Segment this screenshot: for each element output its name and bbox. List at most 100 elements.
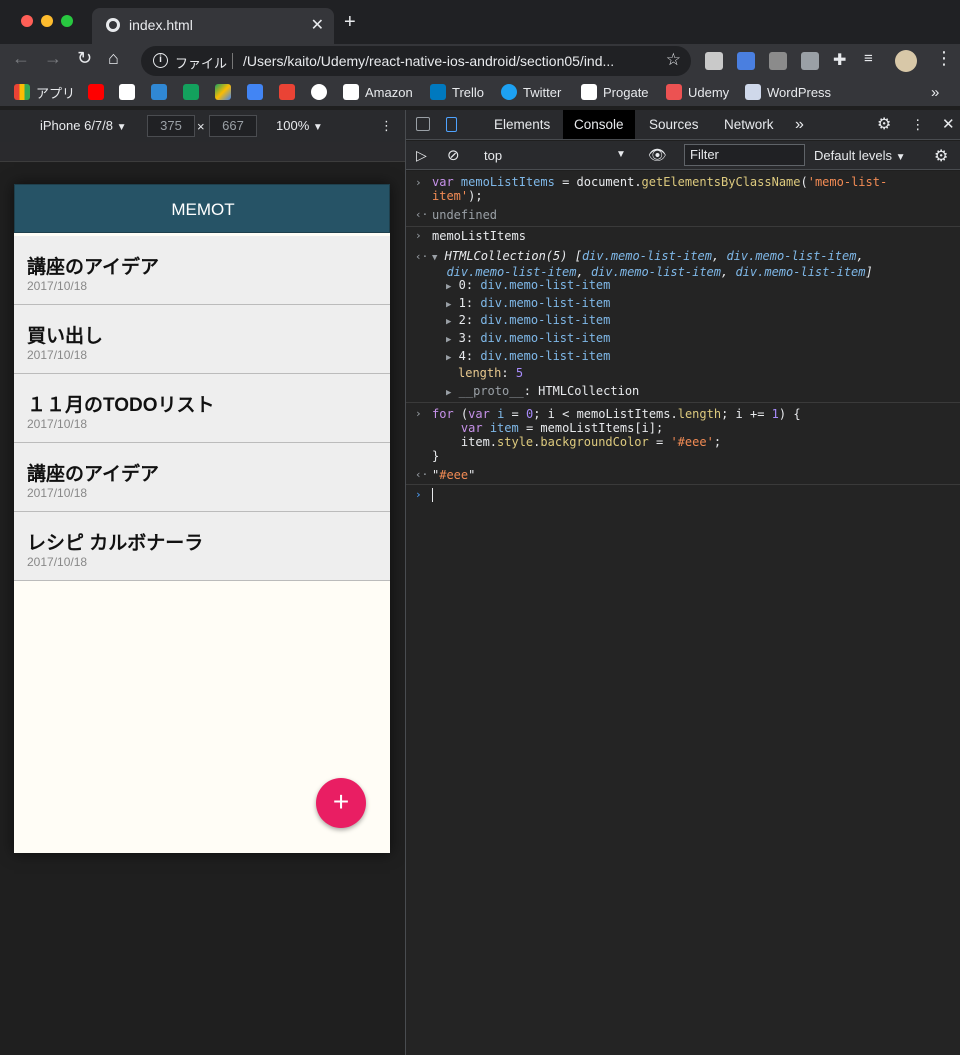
bookmark-udemy[interactable]: Udemy [666,83,729,101]
address-bar[interactable]: i ファイル /Users/kaito/Udemy/react-native-i… [141,46,691,76]
bookmark-github[interactable] [311,83,333,101]
memo-list-item[interactable]: レシピ カルボナーラ 2017/10/18 [14,512,390,581]
console-prompt-input[interactable] [432,488,932,504]
bookmark-star-icon[interactable]: ☆ [666,50,681,70]
extension-icon-print[interactable] [705,52,723,70]
info-icon[interactable]: i [153,53,168,68]
bookmark-drive[interactable] [215,83,237,101]
console-input-line: memoListItems [432,229,526,243]
console-toolbar: ▷ ⊘ top ▼ 👁 Filter Default levels ▼ ⚙ [406,141,960,170]
close-tab-icon[interactable]: ✕ [311,15,324,35]
bookmark-twitter[interactable]: Twitter [501,83,561,101]
context-select[interactable]: top [484,148,502,163]
collection-proto[interactable]: ▶ __proto__: HTMLCollection [446,384,639,400]
input-prompt-icon: › [415,407,422,420]
divider [406,226,960,227]
add-memo-button[interactable]: + [316,778,366,828]
bookmark-trello[interactable]: Trello [430,83,484,101]
tab-console[interactable]: Console [563,110,635,139]
bookmark-wordpress[interactable]: WordPress [745,83,831,101]
collection-item[interactable]: ▶ 0: div.memo-list-item [446,278,610,294]
mastodon-icon [151,84,167,100]
settings-gear-icon[interactable]: ⚙ [866,110,902,139]
console-settings-icon[interactable]: ⚙ [934,146,948,166]
collection-item[interactable]: ▶ 3: div.memo-list-item [446,331,610,347]
collection-item[interactable]: ▶ 4: div.memo-list-item [446,349,610,365]
memo-title: 買い出し [27,326,104,347]
inspect-element-icon[interactable] [416,117,430,131]
console-collection-output[interactable]: ▼ HTMLCollection(5) [div.memo-list-item,… [432,249,873,279]
zoom-select[interactable]: 100% ▼ [276,118,323,133]
sidebar-toggle-icon[interactable]: ▷ [416,147,427,164]
playlist-icon[interactable]: ≡ [864,50,873,67]
dimension-separator: × [197,119,205,134]
collection-length: length: 5 [458,366,524,380]
extension-icon-translate[interactable] [737,52,755,70]
memo-date: 2017/10/18 [27,486,88,500]
console-output-line: "#eee" [432,468,476,482]
tab-network[interactable]: Network [713,110,785,139]
console-filter-input[interactable]: Filter [684,144,805,166]
bookmark-gmail[interactable] [279,83,301,101]
zoom-window-button[interactable] [61,15,73,27]
forward-icon[interactable]: → [44,48,62,69]
bookmark-amazon-icon[interactable] [119,83,141,101]
drive-icon [215,84,231,100]
memo-list-item[interactable]: １１月のTODOリスト 2017/10/18 [14,374,390,443]
memo-list-item[interactable]: 講座のアイデア 2017/10/18 [14,236,390,305]
address-url[interactable]: /Users/kaito/Udemy/react-native-ios-andr… [243,53,614,69]
bookmark-calendar[interactable] [247,83,269,101]
clear-console-icon[interactable]: ⊘ [447,146,460,164]
device-width-input[interactable]: 375 [147,115,195,137]
device-select[interactable]: iPhone 6/7/8 ▼ [40,118,127,133]
back-icon[interactable]: ← [12,48,30,69]
bookmark-youtube[interactable] [88,83,110,101]
chevron-down-icon[interactable]: ▼ [616,149,626,160]
collection-item[interactable]: ▶ 2: div.memo-list-item [446,313,610,329]
bookmark-mastodon[interactable] [151,83,173,101]
input-prompt-icon: › [415,176,422,189]
memo-list-item[interactable]: 買い出し 2017/10/18 [14,305,390,374]
more-options-icon[interactable]: ⋮ [380,118,393,134]
extension-icon-profile[interactable] [801,52,819,70]
collection-item[interactable]: ▶ 1: div.memo-list-item [446,296,610,312]
bookmark-apps[interactable]: アプリ [14,83,75,101]
memo-date: 2017/10/18 [27,279,88,293]
close-devtools-icon[interactable]: ✕ [931,110,960,139]
memo-title: １１月のTODOリスト [27,395,215,416]
memo-date: 2017/10/18 [27,417,88,431]
bookmarks-overflow[interactable]: » [931,83,939,101]
app-header: MEMOT [14,184,390,233]
tab-elements[interactable]: Elements [483,110,561,139]
address-separator [232,53,233,69]
memo-title: 講座のアイデア [27,464,160,485]
tab-sources[interactable]: Sources [638,110,710,139]
live-expression-eye-icon[interactable]: 👁 [648,146,667,164]
device-toggle-icon[interactable] [446,117,457,132]
close-window-button[interactable] [21,15,33,27]
console-output[interactable]: › var memoListItems = document.getElemen… [406,171,960,1055]
menu-icon[interactable]: ⋮ [935,48,953,69]
new-tab-button[interactable]: + [344,11,356,34]
more-tabs-icon[interactable]: » [784,110,815,139]
globe-icon [106,18,120,32]
browser-tab[interactable]: index.html ✕ [92,8,334,44]
devtools-tabbar: Elements Console Sources Network » ⚙ ⋮ ✕ [406,110,960,140]
feedly-icon [183,84,199,100]
address-scheme: ファイル [175,56,228,71]
memo-list-item[interactable]: 講座のアイデア 2017/10/18 [14,443,390,512]
reload-icon[interactable]: ↻ [77,48,92,69]
device-height-input[interactable]: 667 [209,115,257,137]
log-levels-select[interactable]: Default levels ▼ [814,148,906,163]
bookmark-amazon[interactable]: Amazon [343,83,413,101]
puzzle-icon[interactable]: ✚ [833,50,846,70]
console-input-line: for (var i = 0; i < memoListItems.length… [432,407,801,463]
bookmark-feedly[interactable] [183,83,205,101]
extension-icon-infinity[interactable] [769,52,787,70]
home-icon[interactable]: ⌂ [108,48,119,69]
tab-title: index.html [129,17,193,33]
minimize-window-button[interactable] [41,15,53,27]
avatar[interactable] [895,50,917,72]
bookmark-progate[interactable]: Progate [581,83,649,101]
console-output-line: undefined [432,208,498,222]
